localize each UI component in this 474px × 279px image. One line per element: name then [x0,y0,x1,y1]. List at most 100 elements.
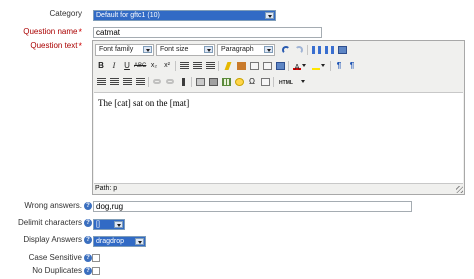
table-icon [221,77,231,86]
special-char-button[interactable]: Ω [246,76,258,88]
paste-word-button[interactable] [261,60,273,72]
smiley-icon [234,77,244,86]
category-label: Category [49,9,82,18]
spellcheck-button[interactable] [274,60,286,72]
insert-table-button[interactable] [220,76,232,88]
chevron-down-icon[interactable] [264,46,273,53]
font-size-select[interactable]: Font size [156,44,215,56]
bullet-list-button[interactable] [95,76,107,88]
highlighter-icon [312,62,320,70]
question-name-label: Question name* [23,27,82,37]
replace-button[interactable] [323,44,335,56]
link-button[interactable] [151,76,163,88]
clipboard-icon [249,61,259,70]
chevron-down-icon[interactable] [300,80,305,84]
redo-button[interactable] [293,44,305,56]
italic-button[interactable]: I [108,60,120,72]
underline-button[interactable]: U [121,60,133,72]
chevron-down-icon[interactable] [204,46,213,53]
numbered-list-button[interactable] [108,76,120,88]
strikethrough-button[interactable]: ABC [134,60,146,72]
delimit-characters-select[interactable]: [] [93,219,125,230]
text-color-button[interactable]: A [291,60,308,72]
find-button[interactable] [310,44,322,56]
font-family-select[interactable]: Font family [95,44,154,56]
ltr-button[interactable]: ¶ [333,60,345,72]
media-icon [208,77,218,86]
align-right-button[interactable] [204,60,216,72]
undo-button[interactable] [280,44,292,56]
pencil-icon [224,61,232,70]
emoticon-button[interactable] [233,76,245,88]
moodle-nolink-button[interactable] [259,76,271,88]
editor-toolbar-row-2: B I U ABC x₂ x² A ¶ ¶ [94,59,464,73]
separator [330,61,331,71]
chevron-down-icon[interactable] [321,64,325,68]
display-answers-select[interactable]: dragdrop [93,236,146,247]
image-icon [195,77,205,86]
question-text-label: Question text* [30,41,82,51]
help-icon[interactable]: ? [84,202,92,210]
display-answers-label: Display Answers [23,235,82,244]
subscript-button[interactable]: x₂ [148,60,160,72]
resize-handle-icon[interactable] [456,186,463,193]
outdent-icon [122,77,132,86]
font-color-icon: A [293,62,301,72]
fullscreen-button[interactable] [336,44,348,56]
required-icon: * [78,41,82,51]
anchor-button[interactable] [177,76,189,88]
cleanup-button[interactable] [222,60,234,72]
separator [288,61,289,71]
align-left-button[interactable] [178,60,190,72]
chevron-down-icon[interactable] [265,12,274,19]
insert-image-button[interactable] [194,76,206,88]
unlink-button[interactable] [164,76,176,88]
chevron-down-icon[interactable] [302,64,306,68]
chevron-down-icon[interactable] [135,238,144,245]
chevron-down-icon[interactable] [143,46,152,53]
insert-media-button[interactable] [207,76,219,88]
editor-path: Path: p [95,185,118,192]
align-right-icon [205,61,215,70]
help-icon[interactable]: ? [84,267,92,275]
align-center-icon [192,61,202,70]
more-button[interactable] [298,76,306,88]
help-icon[interactable]: ? [84,236,92,244]
delimit-characters-label: Delimit characters [17,218,82,227]
wrong-answers-input[interactable]: dog,rug [93,201,412,212]
binoculars-icon [311,45,321,54]
separator [175,61,176,71]
help-icon[interactable]: ? [84,254,92,262]
case-sensitive-checkbox[interactable] [92,254,100,262]
category-select[interactable]: Default for gftc1 (10) [93,10,276,21]
align-center-button[interactable] [191,60,203,72]
replace-icon [324,45,334,54]
wrong-answers-label: Wrong answers. [24,201,82,210]
redo-icon [295,45,303,54]
format-select[interactable]: Paragraph [217,44,275,56]
rtl-icon: ¶ [349,61,355,70]
unlink-icon [166,79,174,85]
separator [218,61,219,71]
indent-button[interactable] [134,76,146,88]
html-source-button[interactable]: HTML [276,76,296,88]
editor-toolbar-row-3: Ω HTML [94,75,464,89]
highlight-color-button[interactable] [310,60,327,72]
help-icon[interactable]: ? [84,219,92,227]
question-name-input[interactable]: catmat [93,27,322,38]
bold-button[interactable]: B [95,60,107,72]
paste-text-button[interactable] [248,60,260,72]
question-text-editor: Font family Font size Paragraph B I U AB… [92,40,465,195]
superscript-button[interactable]: x² [161,60,173,72]
numbered-list-icon [109,77,119,86]
no-duplicates-label: No Duplicates [32,266,82,275]
undo-icon [282,45,290,54]
editor-toolbar-row-1: Font family Font size Paragraph [94,43,464,57]
remove-format-button[interactable] [235,60,247,72]
chevron-down-icon[interactable] [114,221,123,228]
rtl-button[interactable]: ¶ [346,60,358,72]
outdent-button[interactable] [121,76,133,88]
anchor-icon [181,77,185,86]
no-duplicates-checkbox[interactable] [92,267,100,275]
editor-content-area[interactable]: The [cat] sat on the [mat] [94,92,463,184]
